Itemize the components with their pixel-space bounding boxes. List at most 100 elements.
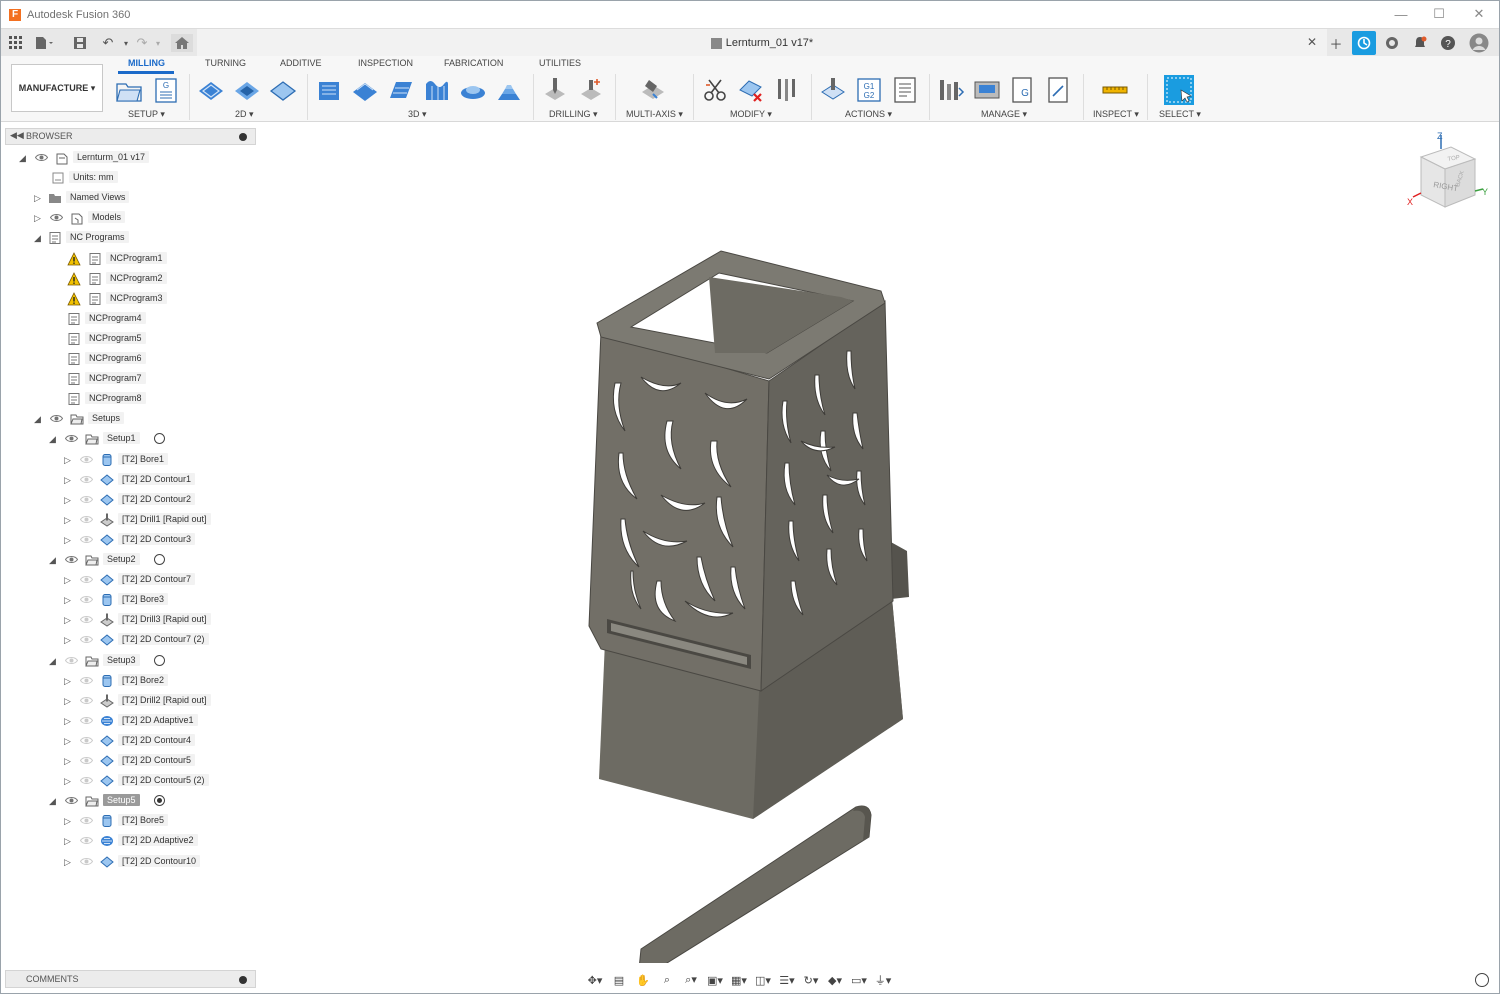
group-inspect-label[interactable]: INSPECT ▾: [1093, 109, 1139, 120]
maximize-icon[interactable]: ☐: [1419, 4, 1459, 24]
collapse-browser-icon[interactable]: ◀◀: [10, 130, 24, 141]
tab-utilities[interactable]: UTILITIES: [539, 58, 581, 68]
2d-adaptive-clearing-icon[interactable]: [197, 76, 225, 104]
visibility-eye-icon[interactable]: [80, 716, 93, 725]
expand-triangle-icon[interactable]: ▷: [64, 455, 71, 466]
browser-tree-row[interactable]: ▷ [T2] 2D Adaptive2: [1, 832, 257, 850]
visibility-eye-icon[interactable]: [80, 736, 93, 745]
browser-tree-row[interactable]: ▷ [T2] 2D Contour5: [1, 752, 257, 770]
save-icon[interactable]: [71, 34, 89, 52]
visibility-eye-icon[interactable]: [80, 836, 93, 845]
3d-adaptive-clearing-icon[interactable]: [315, 76, 343, 104]
measure-icon[interactable]: [1101, 76, 1129, 104]
visibility-eye-icon[interactable]: [80, 515, 93, 524]
browser-tree-row[interactable]: ▷ [T2] 2D Adaptive1: [1, 712, 257, 730]
browser-tree-row[interactable]: ▷ [T2] Bore1: [1, 451, 257, 469]
template-library-icon[interactable]: [1045, 76, 1073, 104]
browser-tree-row[interactable]: NCProgram6: [1, 350, 257, 368]
environment-icon[interactable]: ▭▾: [849, 971, 869, 989]
browser-tree-row[interactable]: ▷ [T2] 2D Contour7 (2): [1, 631, 257, 649]
3d-parallel-icon[interactable]: [423, 76, 451, 104]
visibility-eye-icon[interactable]: [80, 495, 93, 504]
delete-toolpath-icon[interactable]: [737, 76, 765, 104]
visibility-eye-icon[interactable]: [80, 676, 93, 685]
3d-scallop-icon[interactable]: [459, 76, 487, 104]
cycle-view-icon[interactable]: ↻▾: [801, 971, 821, 989]
expand-triangle-icon[interactable]: ▷: [64, 475, 71, 486]
expand-triangle-icon[interactable]: ▷: [64, 676, 71, 687]
visibility-eye-icon[interactable]: [80, 475, 93, 484]
display-settings-icon[interactable]: ▣▾: [705, 971, 725, 989]
expand-triangle-icon[interactable]: ▷: [64, 756, 71, 767]
expand-triangle-icon[interactable]: ▷: [64, 595, 71, 606]
2d-pocket-icon[interactable]: [233, 76, 261, 104]
expand-triangle-icon[interactable]: ▷: [64, 535, 71, 546]
tab-turning[interactable]: TURNING: [205, 58, 246, 68]
group-select-label[interactable]: SELECT ▾: [1159, 109, 1201, 120]
browser-tree-row[interactable]: ▷ [T2] 2D Contour7: [1, 571, 257, 589]
visibility-eye-icon[interactable]: [80, 575, 93, 584]
workspace-switcher-button[interactable]: MANUFACTURE ▾: [11, 64, 103, 112]
activate-setup-radio[interactable]: [154, 554, 165, 565]
visibility-eye-icon[interactable]: [80, 595, 93, 604]
comments-panel[interactable]: COMMENTS: [5, 970, 256, 988]
expand-triangle-icon[interactable]: ▷: [64, 776, 71, 787]
group-3d-label[interactable]: 3D ▾: [408, 109, 427, 120]
group-actions-label[interactable]: ACTIONS ▾: [845, 109, 892, 120]
expand-triangle-icon[interactable]: ▷: [64, 816, 71, 827]
group-setup-label[interactable]: SETUP ▾: [128, 109, 165, 120]
browser-tree-row[interactable]: ▷ [T2] 2D Contour1: [1, 471, 257, 489]
browser-panel-header[interactable]: ◀◀ BROWSER: [5, 128, 256, 145]
expand-triangle-icon[interactable]: ▷: [64, 716, 71, 727]
visibility-eye-icon[interactable]: [80, 615, 93, 624]
hole-recognition-icon[interactable]: [577, 76, 605, 104]
expand-triangle-icon[interactable]: ▷: [64, 575, 71, 586]
fit-zoom-window-icon[interactable]: ⌕▾: [681, 971, 701, 989]
visibility-eye-icon[interactable]: [50, 213, 63, 222]
visibility-eye-icon[interactable]: [80, 696, 93, 705]
visibility-eye-icon[interactable]: [80, 535, 93, 544]
visibility-eye-icon[interactable]: [65, 555, 78, 564]
drill-icon[interactable]: [541, 76, 569, 104]
browser-tree-row[interactable]: ▷ [T2] 2D Contour2: [1, 491, 257, 509]
file-menu-icon[interactable]: [35, 34, 53, 52]
close-tab-icon[interactable]: ✕: [1307, 35, 1317, 49]
help-icon[interactable]: ?: [1436, 31, 1460, 55]
browser-tree-row[interactable]: ◢ Setup1: [1, 430, 257, 448]
multi-axis-icon[interactable]: [639, 76, 667, 104]
setup-sheet-icon[interactable]: [891, 76, 919, 104]
expand-triangle-icon[interactable]: ▷: [64, 696, 71, 707]
collapse-triangle-icon[interactable]: ◢: [49, 796, 56, 807]
text-commands-icon[interactable]: [1475, 973, 1489, 987]
browser-tree-row[interactable]: NCProgram8: [1, 390, 257, 408]
browser-tree-row[interactable]: ▷ [T2] 2D Contour5 (2): [1, 772, 257, 790]
browser-tree-row[interactable]: NCProgram1: [1, 250, 257, 268]
browser-tree-row[interactable]: ▷ [T2] Bore2: [1, 672, 257, 690]
activate-setup-radio[interactable]: [154, 654, 165, 666]
expand-triangle-icon[interactable]: ▷: [34, 213, 41, 224]
collapse-triangle-icon[interactable]: ◢: [49, 656, 56, 667]
expand-triangle-icon[interactable]: ▷: [64, 515, 71, 526]
visibility-eye-icon[interactable]: [80, 776, 93, 785]
3d-viewport[interactable]: [259, 123, 1499, 963]
redo-dropdown-icon[interactable]: ▾: [149, 34, 167, 52]
browser-tree-row[interactable]: ▷ Models: [1, 209, 257, 227]
tab-inspection[interactable]: INSPECTION: [358, 58, 413, 68]
browser-tree-row[interactable]: ▷ Named Views: [1, 189, 257, 207]
tab-milling[interactable]: MILLING: [128, 58, 165, 68]
grid-settings-icon[interactable]: ▦▾: [729, 971, 749, 989]
new-tab-plus-icon[interactable]: ＋: [1324, 31, 1348, 55]
browser-tree-row[interactable]: ▷ [T2] 2D Contour3: [1, 531, 257, 549]
3d-contour-icon[interactable]: [495, 76, 523, 104]
expand-triangle-icon[interactable]: ▷: [34, 193, 41, 204]
look-at-icon[interactable]: ▤: [609, 971, 629, 989]
activate-setup-radio[interactable]: [154, 433, 165, 445]
browser-tree-row[interactable]: NCProgram5: [1, 330, 257, 348]
3d-pocket-icon[interactable]: [351, 76, 379, 104]
browser-tree-row[interactable]: ▷ [T2] Drill3 [Rapid out]: [1, 611, 257, 629]
home-icon[interactable]: [171, 34, 193, 52]
document-tab[interactable]: Lernturm_01 v17* ✕: [197, 29, 1327, 57]
browser-tree-row[interactable]: ◢ Setup2: [1, 551, 257, 569]
3d-steep-and-shallow-icon[interactable]: [387, 76, 415, 104]
select-icon[interactable]: [1163, 74, 1195, 106]
